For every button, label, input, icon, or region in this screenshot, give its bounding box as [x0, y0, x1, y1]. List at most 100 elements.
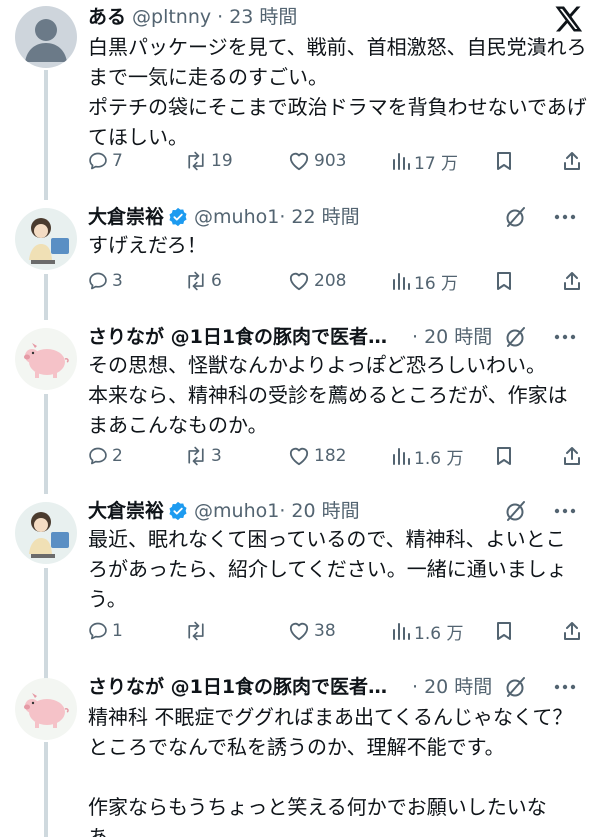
grok-icon[interactable] [504, 205, 528, 229]
like-button[interactable]: 208 [288, 266, 346, 296]
like-count: 182 [314, 446, 347, 466]
tweet-tools [504, 202, 576, 232]
handle[interactable]: @muho1 [194, 497, 279, 525]
default-profile-icon [25, 19, 67, 62]
like-count: 208 [314, 271, 347, 291]
reply-icon [89, 152, 107, 170]
reply-button[interactable]: 7 [88, 146, 123, 176]
tweet-header: ある @pltnny · 23 時間 [88, 2, 590, 32]
display-name[interactable]: さりなが @1日1食の豚肉で医者い... [88, 673, 406, 701]
reply-icon [89, 447, 107, 465]
tweet[interactable]: 大倉崇裕 @muho1 · 22 時間 すげえだろ！ 3 6 208 16 万 [0, 200, 600, 310]
like-button[interactable]: 903 [288, 146, 346, 176]
bar-chart-icon [393, 623, 410, 640]
like-button[interactable]: 182 [288, 441, 346, 471]
tweet[interactable]: さりなが @1日1食の豚肉で医者い... · 20 時間 精神科 不眠症でググれ… [0, 670, 600, 837]
reply-count: 7 [112, 151, 123, 171]
views-button[interactable]: 1.6 万 [392, 616, 463, 646]
retweet-button[interactable]: 19 [185, 146, 233, 176]
illustrated-avatar-icon [29, 512, 69, 558]
grok-icon[interactable] [504, 675, 528, 699]
tweet-thread: ある @pltnny · 23 時間 白黒パッケージを見て、戦前、首相激怒、自民… [0, 0, 600, 837]
display-name[interactable]: さりなが @1日1食の豚肉で医者い... [88, 323, 406, 351]
reply-button[interactable]: 2 [88, 441, 123, 471]
avatar[interactable] [15, 208, 77, 270]
bookmark-button[interactable] [495, 266, 513, 296]
tweet[interactable]: 大倉崇裕 @muho1 · 20 時間 最近、眠れなくて困っているので、精神科、… [0, 494, 600, 666]
pig-avatar-icon [24, 343, 69, 378]
timestamp[interactable]: · 20 時間 [279, 497, 359, 525]
retweet-button[interactable]: 3 [185, 441, 222, 471]
action-bar: 7 19 903 17 万 [88, 146, 588, 176]
share-button[interactable] [562, 441, 582, 471]
share-button[interactable] [562, 146, 582, 176]
share-button[interactable] [562, 616, 582, 646]
display-name[interactable]: 大倉崇裕 [88, 497, 164, 525]
grok-icon[interactable] [504, 325, 528, 349]
tweet[interactable]: さりなが @1日1食の豚肉で医者い... · 20 時間 その思想、怪獣なんかよ… [0, 320, 600, 490]
bookmark-icon [497, 447, 511, 465]
retweet-count: 3 [211, 446, 222, 466]
reply-count: 2 [112, 446, 123, 466]
display-name[interactable]: 大倉崇裕 [88, 203, 164, 231]
action-bar: 3 6 208 16 万 [88, 266, 588, 296]
tweet[interactable]: ある @pltnny · 23 時間 白黒パッケージを見て、戦前、首相激怒、自民… [0, 0, 600, 190]
like-button[interactable]: 38 [288, 616, 336, 646]
tweet-text: 精神科 不眠症でググればまあ出てくるんじゃなくて？ ところでなんで私を誘うのか、… [88, 705, 573, 837]
avatar-default[interactable] [15, 6, 77, 68]
grok-icon[interactable] [504, 499, 528, 523]
reply-button[interactable]: 3 [88, 266, 123, 296]
reply-icon [89, 272, 107, 290]
bar-chart-icon [393, 273, 410, 290]
retweet-count: 19 [211, 151, 233, 171]
bookmark-button[interactable] [495, 146, 513, 176]
tweet-tools [504, 672, 576, 702]
reply-icon [89, 622, 107, 640]
handle[interactable]: @muho1 [194, 203, 279, 231]
reply-count: 1 [112, 621, 123, 641]
view-count: 16 万 [414, 273, 459, 294]
tweet-text: 最近、眠れなくて困っているので、精神科、よいとこ ろがあったら、紹介してください… [88, 527, 567, 611]
avatar[interactable] [15, 502, 77, 564]
retweet-button[interactable]: 6 [185, 266, 222, 296]
verified-badge-icon [169, 501, 187, 521]
retweet-button[interactable] [185, 616, 211, 646]
more-options-icon[interactable] [554, 684, 576, 690]
bookmark-icon [497, 272, 511, 290]
heart-icon [289, 272, 309, 291]
display-name[interactable]: ある [88, 3, 126, 31]
like-count: 903 [314, 151, 347, 171]
view-count: 1.6 万 [414, 623, 464, 644]
tweet-text: 白黒パッケージを見て、戦前、首相激怒、自民党潰れろ まで一気に走るのすごい。 ポ… [88, 35, 587, 149]
retweet-count: 6 [211, 271, 222, 291]
action-bar: 1 38 1.6 万 [88, 616, 588, 646]
views-button[interactable]: 1.6 万 [392, 441, 463, 471]
more-options-icon[interactable] [554, 334, 576, 340]
more-options-icon[interactable] [554, 508, 576, 514]
handle[interactable]: @pltnny [132, 3, 211, 31]
avatar[interactable] [15, 328, 77, 390]
timestamp[interactable]: · 23 時間 [217, 3, 297, 31]
views-button[interactable]: 17 万 [392, 146, 458, 176]
heart-icon [289, 622, 309, 641]
more-options-icon[interactable] [554, 214, 576, 220]
tweet-header: 大倉崇裕 @muho1 · 20 時間 [88, 496, 590, 526]
timestamp[interactable]: · 20 時間 [412, 323, 492, 351]
tweet-tools [504, 322, 576, 352]
reply-button[interactable]: 1 [88, 616, 123, 646]
pig-avatar-icon [24, 693, 69, 728]
avatar[interactable] [15, 678, 77, 740]
bookmark-button[interactable] [495, 441, 513, 471]
retweet-icon [188, 151, 204, 171]
bar-chart-icon [393, 153, 410, 170]
bookmark-button[interactable] [495, 616, 513, 646]
views-button[interactable]: 16 万 [392, 266, 458, 296]
tweet-header: さりなが @1日1食の豚肉で医者い... · 20 時間 [88, 672, 590, 702]
share-icon [564, 622, 580, 640]
timestamp[interactable]: · 20 時間 [412, 673, 492, 701]
tweet-text: その思想、怪獣なんかよりよっぽど恐ろしいわい。 本来なら、精神科の受診を薦めると… [88, 353, 568, 437]
bar-chart-icon [393, 448, 410, 465]
timestamp[interactable]: · 22 時間 [279, 203, 359, 231]
share-button[interactable] [562, 266, 582, 296]
retweet-icon [188, 621, 204, 641]
